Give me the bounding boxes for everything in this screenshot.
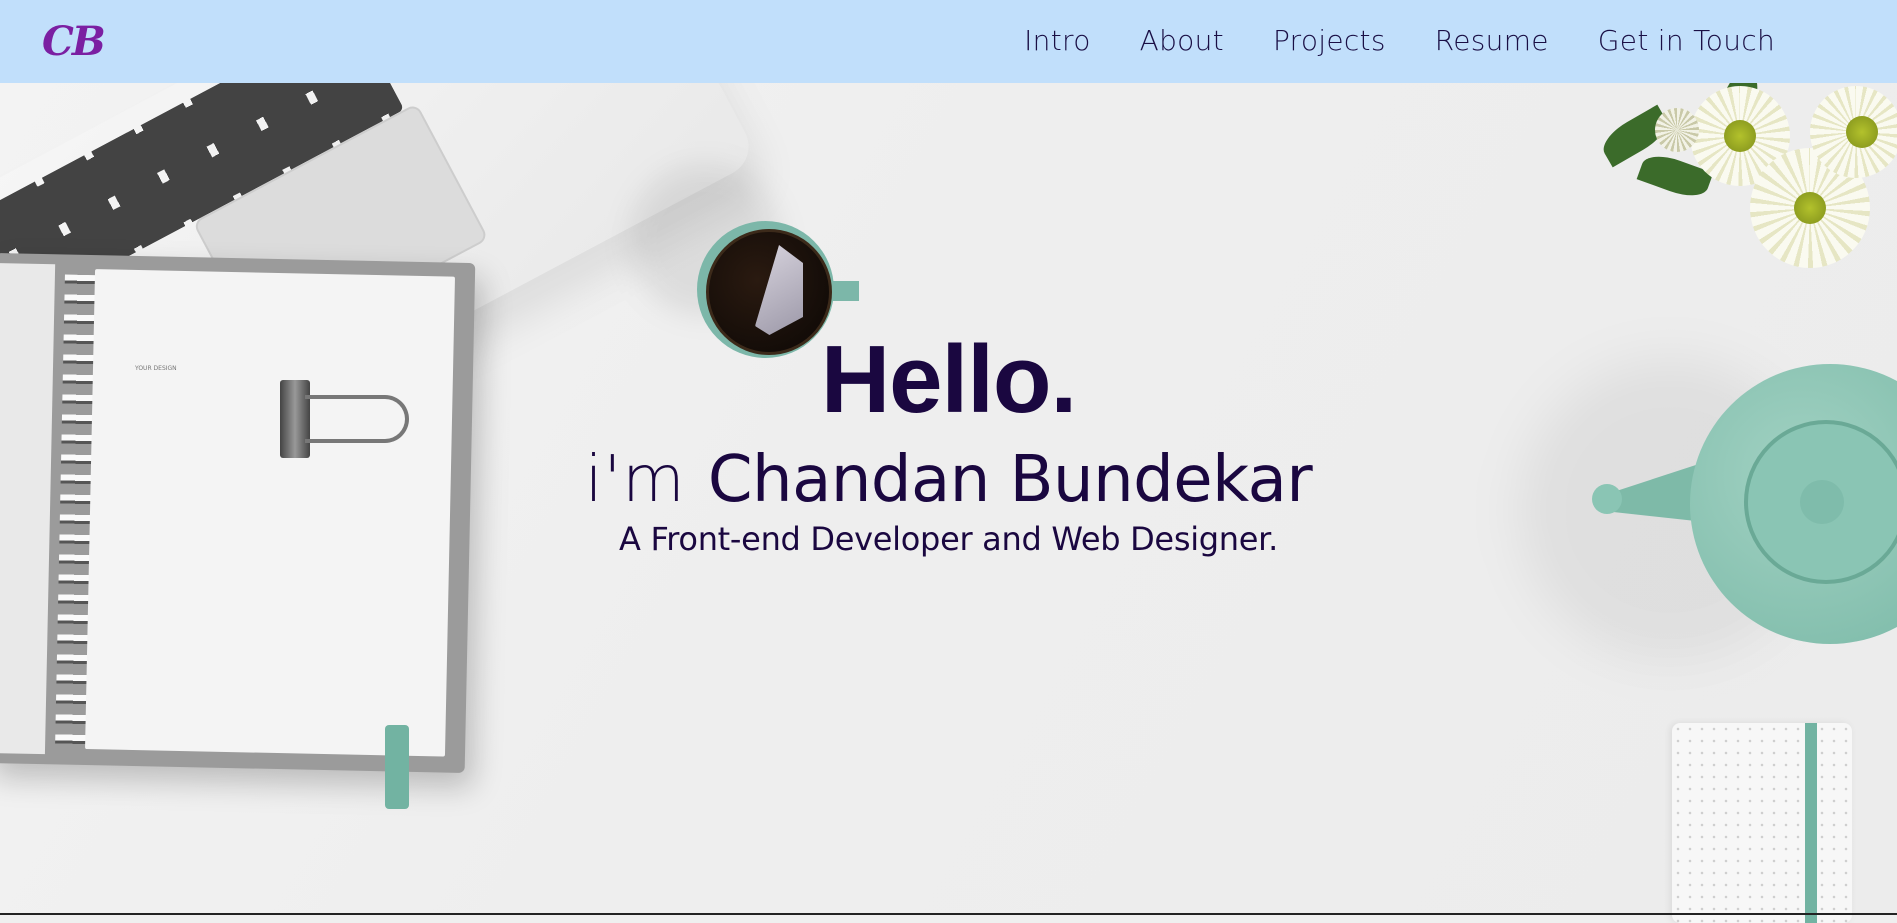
hero-name-line: i'm Chandan Bundekar bbox=[0, 440, 1897, 520]
top-navbar: CB Intro About Projects Resume Get in To… bbox=[0, 0, 1897, 83]
hero-tagline: A Front-end Developer and Web Designer. bbox=[619, 520, 1278, 558]
nav-links: Intro About Projects Resume Get in Touch bbox=[1024, 21, 1775, 61]
hero-name: Chandan Bundekar bbox=[707, 443, 1313, 517]
logo[interactable]: CB bbox=[42, 22, 106, 62]
nav-link-intro[interactable]: Intro bbox=[1024, 21, 1091, 61]
nav-link-resume[interactable]: Resume bbox=[1435, 21, 1549, 61]
nav-link-get-in-touch[interactable]: Get in Touch bbox=[1598, 21, 1775, 61]
hero-text: Hello. i'm Chandan Bundekar A Front-end … bbox=[0, 0, 1897, 915]
hero-im-prefix: i'm bbox=[584, 443, 686, 517]
nav-link-about[interactable]: About bbox=[1140, 21, 1224, 61]
nav-link-projects[interactable]: Projects bbox=[1273, 21, 1386, 61]
hero-greeting: Hello. bbox=[820, 326, 1077, 433]
